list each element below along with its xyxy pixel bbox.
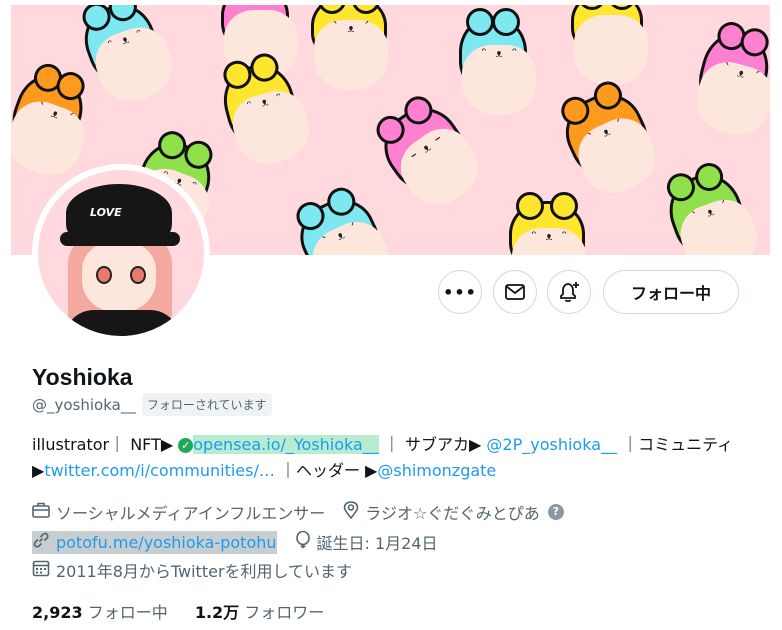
header-credit-link[interactable]: @shimonzgate bbox=[377, 461, 496, 480]
birthday-text: 誕生日: 1月24日 bbox=[316, 534, 438, 553]
follow-stats: 2,923 フォロー中 1.2万 フォロワー bbox=[32, 599, 324, 623]
website-highlight: potofu.me/yoshioka-potohu bbox=[32, 530, 277, 554]
link-icon bbox=[32, 531, 50, 554]
bear-illustration: ᵔ ᴥ ᵔ bbox=[75, 5, 182, 111]
profile-bio: illustrator｜ NFT▶ ✓ opensea.io/_Yoshioka_… bbox=[32, 432, 742, 484]
notifications-button[interactable] bbox=[547, 270, 591, 314]
opensea-link[interactable]: opensea.io/_Yoshioka__ bbox=[193, 435, 379, 454]
avatar-image: LOVE bbox=[38, 170, 204, 336]
followers-count: 1.2万 bbox=[194, 603, 240, 622]
user-handle: @_yoshioka__ bbox=[32, 395, 136, 414]
followers-label: フォロワー bbox=[244, 603, 325, 622]
handle-row: @_yoshioka__ フォローされています bbox=[32, 393, 272, 416]
verified-check-icon: ✓ bbox=[178, 438, 194, 453]
bear-illustration: ᵔ ᴥ ᵔ bbox=[215, 57, 317, 171]
avatar-eye bbox=[96, 266, 112, 284]
bear-illustration bbox=[221, 5, 298, 80]
display-name: Yoshioka bbox=[32, 364, 133, 390]
avatar-eye bbox=[130, 266, 146, 284]
avatar-shirt bbox=[64, 310, 180, 336]
following-count: 2,923 bbox=[32, 603, 83, 622]
following-button[interactable]: フォロー中 bbox=[603, 270, 739, 314]
bear-illustration: ` ᴥ ´ bbox=[554, 82, 666, 204]
joined-row: 2011年8月からTwitterを利用しています bbox=[32, 558, 352, 582]
bear-illustration: ` ᴥ ´ bbox=[659, 165, 766, 255]
bell-plus-icon bbox=[560, 282, 579, 303]
bear-illustration: ᵔ ᴥ ᵔ bbox=[509, 192, 586, 255]
professional-category: ソーシャルメディアインフルエンサー bbox=[56, 504, 326, 523]
more-icon: ••• bbox=[443, 282, 477, 302]
briefcase-icon bbox=[32, 502, 50, 523]
profile-avatar[interactable]: LOVE bbox=[32, 164, 210, 342]
followers-stat[interactable]: 1.2万 フォロワー bbox=[195, 603, 324, 622]
avatar-cap-text: LOVE bbox=[90, 206, 122, 219]
location-text: ラジオ☆ぐだぐみとぴあ bbox=[365, 504, 540, 523]
bear-illustration: ᵔ ᴥ ᵔ bbox=[459, 8, 536, 116]
envelope-icon bbox=[505, 284, 525, 300]
avatar-cap-brim bbox=[60, 232, 180, 246]
profile-frame: ᵔ ᴥ ᵔ ` ᴥ ´ ᵔ ᴥ ᵔ ` ᴥ ´ ` ᴥ ´ ᵔ ᴥ ᵔ ｰ ᴥ … bbox=[11, 0, 772, 630]
sub-account-link[interactable]: @2P_yoshioka__ bbox=[486, 435, 617, 454]
bear-illustration: ` ᴥ ´ bbox=[11, 66, 93, 185]
community-link[interactable]: twitter.com/i/communities/… bbox=[44, 461, 275, 480]
calendar-icon bbox=[32, 559, 50, 582]
following-stat[interactable]: 2,923 フォロー中 bbox=[32, 603, 168, 622]
bear-illustration: ｰ ᴥ ｰ bbox=[370, 94, 491, 218]
location-icon bbox=[343, 500, 359, 524]
website-row: potofu.me/yoshioka-potohu 誕生日: 1月24日 bbox=[32, 530, 438, 554]
more-button[interactable]: ••• bbox=[438, 270, 482, 314]
website-link[interactable]: potofu.me/yoshioka-potohu bbox=[56, 533, 277, 552]
category-row: ソーシャルメディアインフルエンサー ラジオ☆ぐだぐみとぴあ ? bbox=[32, 500, 564, 524]
help-icon[interactable]: ? bbox=[547, 504, 564, 520]
message-button[interactable] bbox=[493, 270, 537, 314]
bear-illustration: ` ᴥ ´ bbox=[689, 25, 770, 142]
following-label: フォロー中 bbox=[87, 603, 168, 622]
bear-illustration bbox=[571, 5, 648, 85]
bear-illustration: ` ᴥ ´ bbox=[311, 5, 388, 90]
balloon-icon bbox=[295, 530, 311, 554]
follows-you-badge: フォローされています bbox=[141, 393, 272, 416]
bio-text: illustrator｜ NFT▶ bbox=[32, 435, 174, 454]
bio-text: ｜ サブアカ▶ bbox=[378, 435, 482, 454]
bio-text: ｜ヘッダー ▶ bbox=[274, 461, 378, 480]
bear-illustration: ` ᴥ ´ bbox=[289, 188, 401, 255]
joined-date: 2011年8月からTwitterを利用しています bbox=[56, 562, 353, 581]
